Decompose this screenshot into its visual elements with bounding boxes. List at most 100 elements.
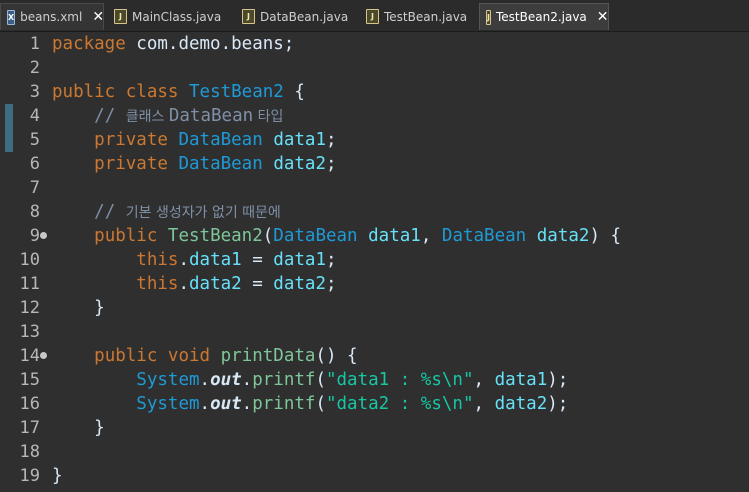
code-line[interactable]: 11 this.data2 = data2; <box>0 272 749 296</box>
code-line[interactable]: 13 <box>0 320 749 344</box>
line-number: 5 <box>29 130 40 150</box>
code-token: printf <box>252 394 316 414</box>
code-line[interactable]: 2 <box>0 56 749 80</box>
tab-testbean2-java[interactable]: J TestBean2.java ✕ <box>479 3 609 30</box>
code-line[interactable]: 10 this.data1 = data1; <box>0 248 749 272</box>
java-file-icon: J <box>486 9 491 25</box>
code-token: DataBean <box>273 226 358 246</box>
code-token: this <box>136 274 179 294</box>
code-token: } <box>52 298 105 318</box>
code-text: package com.demo.beans; <box>52 32 294 56</box>
line-number: 15 <box>19 370 40 390</box>
code-token: public <box>94 346 158 366</box>
code-line[interactable]: 8 // 기본 생성자가 없기 때문에 <box>0 200 749 224</box>
tab-testbean-java[interactable]: J TestBean.java <box>360 3 475 30</box>
code-line[interactable]: 15 System.out.printf("data1 : %s\n", dat… <box>0 368 749 392</box>
code-token: data2 <box>494 394 548 414</box>
code-token: com.demo.beans; <box>125 34 295 54</box>
code-token: = <box>241 274 274 294</box>
code-text: public void printData() { <box>52 344 358 368</box>
line-number: 9 <box>29 226 40 246</box>
code-token: ; <box>326 154 337 174</box>
code-token: . <box>199 370 211 390</box>
code-token: System <box>136 370 200 390</box>
code-token: private <box>94 130 168 150</box>
code-token: public <box>94 226 158 246</box>
line-number: 14 <box>19 346 40 366</box>
code-token: data2 <box>189 274 242 294</box>
code-line[interactable]: 16 System.out.printf("data2 : %s\n", dat… <box>0 392 749 416</box>
code-line[interactable]: 17 } <box>0 416 749 440</box>
code-token: , <box>420 226 442 246</box>
code-token: printf <box>252 370 316 390</box>
code-token: DataBean <box>168 106 254 126</box>
line-number: 16 <box>19 394 40 414</box>
tab-beans-xml[interactable]: X beans.xml ✕ <box>0 3 104 30</box>
tab-mainclass-java[interactable]: J MainClass.java <box>108 3 230 30</box>
line-number: 13 <box>19 322 40 342</box>
code-line[interactable]: 19} <box>0 464 749 488</box>
code-text: this.data1 = data1; <box>52 248 336 272</box>
code-line[interactable]: 4 // 클래스 DataBean 타입 <box>0 104 749 128</box>
code-line[interactable]: 6 private DataBean data2; <box>0 152 749 176</box>
code-line[interactable]: 1 package com.demo.beans; <box>0 32 749 56</box>
code-line[interactable]: 12 } <box>0 296 749 320</box>
code-token: private <box>94 154 168 174</box>
code-token: { <box>283 82 305 102</box>
code-token: . <box>178 274 189 294</box>
code-text: public class TestBean2 { <box>52 80 305 104</box>
code-token: 타입 <box>253 109 284 125</box>
close-icon[interactable]: ✕ <box>597 9 609 25</box>
code-text: this.data2 = data2; <box>52 272 336 296</box>
code-token: System <box>136 394 200 414</box>
code-token: class <box>125 82 179 102</box>
code-token: "data1 : %s\n" <box>325 370 474 390</box>
code-token: () { <box>315 346 358 366</box>
code-line[interactable]: 14 public void printData() { <box>0 344 749 368</box>
code-text: System.out.printf("data2 : %s\n", data2)… <box>52 392 568 416</box>
code-token: 클래스 <box>125 109 169 125</box>
line-number: 8 <box>29 202 40 222</box>
code-token: data1 <box>494 370 548 390</box>
code-text: System.out.printf("data1 : %s\n", data1)… <box>52 368 568 392</box>
close-icon[interactable]: ✕ <box>92 9 104 25</box>
code-token: ( <box>315 394 326 414</box>
code-line[interactable]: 5 private DataBean data1; <box>0 128 749 152</box>
code-line[interactable]: 9 public TestBean2(DataBean data1, DataB… <box>0 224 749 248</box>
code-token: "data2 : %s\n" <box>325 394 474 414</box>
line-number: 19 <box>19 466 40 486</box>
code-editor[interactable]: 1 package com.demo.beans; 2 3 public class T… <box>0 32 749 492</box>
code-token: ); <box>547 394 569 414</box>
line-number: 7 <box>29 178 40 198</box>
line-number: 1 <box>29 34 40 54</box>
code-token: data1 <box>273 250 326 270</box>
code-line[interactable]: 7 <box>0 176 749 200</box>
code-token: public <box>52 82 116 102</box>
tab-databean-java[interactable]: J DataBean.java <box>236 3 356 30</box>
tab-label: MainClass.java <box>132 9 222 24</box>
fold-icon[interactable] <box>40 352 47 359</box>
java-file-icon: J <box>242 9 255 24</box>
fold-icon[interactable] <box>40 232 47 239</box>
code-token: data1 <box>273 130 326 150</box>
code-token: // <box>94 202 126 222</box>
java-file-icon: J <box>114 9 127 24</box>
code-token: out <box>210 394 242 414</box>
line-number: 11 <box>19 274 40 294</box>
code-text: } <box>52 296 105 320</box>
code-token: } <box>52 418 105 438</box>
code-text: // 기본 생성자가 없기 때문에 <box>52 200 281 225</box>
code-line[interactable]: 18 <box>0 440 749 464</box>
code-line[interactable]: 3 public class TestBean2 { <box>0 80 749 104</box>
line-number: 4 <box>29 106 40 126</box>
